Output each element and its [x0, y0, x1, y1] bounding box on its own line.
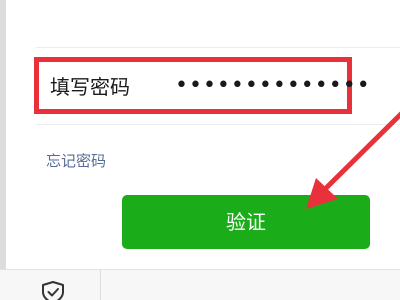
verify-button[interactable]: 验证	[122, 195, 370, 249]
bottom-bar-divider	[100, 270, 101, 300]
bottom-bar	[0, 269, 400, 300]
forgot-password-link[interactable]: 忘记密码	[46, 151, 106, 171]
red-arrow-icon	[306, 111, 400, 209]
field-divider	[36, 124, 400, 125]
verification-screen: 填写密码 •••••••••••••• 忘记密码 验证	[0, 0, 400, 300]
password-field-highlighted[interactable]: 填写密码 ••••••••••••••	[34, 57, 370, 114]
left-edge-shadow	[0, 0, 6, 300]
password-input[interactable]: ••••••••••••••	[175, 71, 371, 101]
verify-button-label: 验证	[226, 210, 266, 234]
password-field-label: 填写密码	[50, 75, 130, 99]
shield-check-icon[interactable]	[40, 280, 66, 300]
top-divider	[36, 47, 400, 48]
